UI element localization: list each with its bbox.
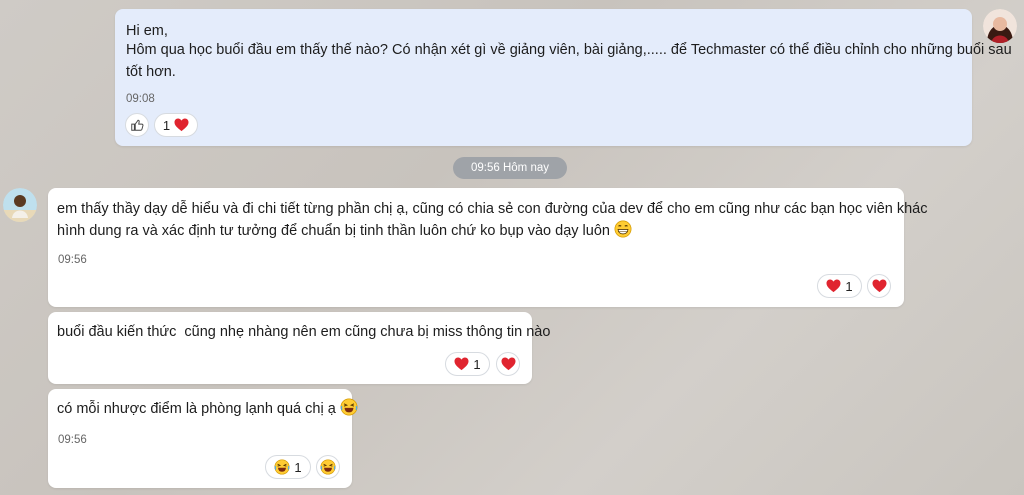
laughing-emoji-icon: [274, 459, 290, 475]
my-avatar[interactable]: [983, 9, 1017, 43]
heart-reaction-count[interactable]: 1: [445, 352, 490, 376]
date-separator: 09:56 Hôm nay: [453, 157, 567, 179]
message-time: 09:56: [58, 254, 87, 266]
reaction-count: 1: [162, 117, 171, 133]
reaction-count: 1: [845, 278, 853, 294]
message-incoming-2[interactable]: em thấy thầy dạy dễ hiểu và đi chi tiết …: [48, 188, 928, 307]
message-time: 09:56: [58, 434, 87, 446]
message-time: 09:08: [126, 93, 155, 105]
laugh-react-button[interactable]: [316, 455, 340, 479]
message-text-row: có mỗi nhược điểm là phòng lạnh quá chị …: [57, 398, 358, 421]
heart-icon: [826, 279, 841, 293]
message-text-line: buổi đầu kiến thức cũng nhẹ nhàng nên em…: [57, 324, 551, 340]
message-incoming-4[interactable]: có mỗi nhược điểm là phòng lạnh quá chị …: [48, 389, 358, 488]
reaction-count: 1: [294, 459, 302, 475]
message-text-line: hình dung ra và xác định tư tưởng để chu…: [57, 223, 610, 239]
contact-avatar[interactable]: [3, 188, 37, 222]
laugh-reaction-count[interactable]: 1: [265, 455, 311, 479]
message-outgoing-1[interactable]: Hi em, Hôm qua học buổi đầu em thấy thế …: [115, 9, 1012, 146]
heart-react-button[interactable]: [496, 352, 520, 376]
message-text-line: em thấy thầy dạy dễ hiểu và đi chi tiết …: [57, 201, 928, 217]
my-avatar-image: [983, 9, 1017, 43]
contact-avatar-image: [3, 188, 37, 222]
message-text-row: hình dung ra và xác định tư tưởng để chu…: [57, 220, 632, 243]
heart-reaction-count[interactable]: 1: [817, 274, 862, 298]
heart-react-button[interactable]: [867, 274, 891, 298]
message-incoming-3[interactable]: buổi đầu kiến thức cũng nhẹ nhàng nên em…: [48, 312, 550, 384]
heart-icon: [454, 357, 469, 371]
heart-reaction-count[interactable]: 1: [154, 113, 198, 137]
message-text-line: có mỗi nhược điểm là phòng lạnh quá chị …: [57, 401, 336, 417]
message-text-line: Hôm qua học buổi đầu em thấy thế nào? Có…: [126, 42, 1012, 58]
laughing-emoji-icon: [340, 398, 358, 416]
grinning-emoji-icon: [614, 220, 632, 238]
laughing-emoji-icon: [320, 459, 336, 475]
message-text-line: tốt hơn.: [126, 64, 176, 80]
heart-icon: [501, 357, 515, 371]
reaction-count: 1: [473, 356, 481, 372]
thumbs-up-icon: [131, 119, 144, 131]
heart-icon: [174, 118, 189, 132]
heart-icon: [872, 279, 886, 293]
like-reaction-button[interactable]: [125, 113, 149, 137]
